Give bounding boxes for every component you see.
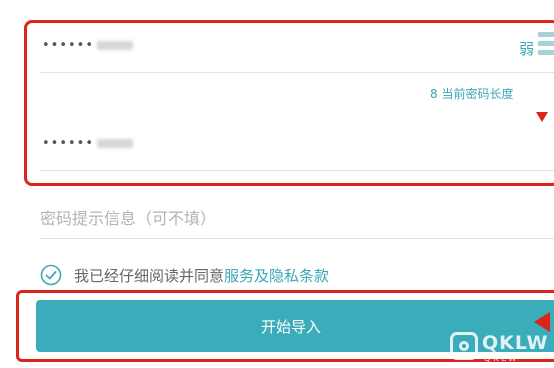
privacy-terms-link[interactable]: 服务及隐私条款 <box>224 265 329 286</box>
password-hint-placeholder: 密码提示信息（可不填） <box>40 209 217 228</box>
watermark-subtext: QKLW <box>484 354 520 363</box>
import-form-card: •••••• 弱 8 当前密码长度 •••••• 密码提示信息（可不填） 我已经… <box>0 0 554 368</box>
watermark-logo-icon <box>450 332 478 360</box>
password-hint-field[interactable]: 密码提示信息（可不填） <box>40 196 554 239</box>
watermark-logo-icon: QKLW QKLW <box>450 330 554 366</box>
agreement-text: 我已经仔细阅读并同意 <box>74 266 225 285</box>
password-highlight-box <box>24 20 554 186</box>
agreement-row: 我已经仔细阅读并同意 服务及隐私条款 <box>40 262 329 288</box>
watermark-text: QKLW <box>482 332 549 354</box>
check-circle-icon[interactable] <box>40 264 62 286</box>
arrow-icon <box>534 312 550 332</box>
